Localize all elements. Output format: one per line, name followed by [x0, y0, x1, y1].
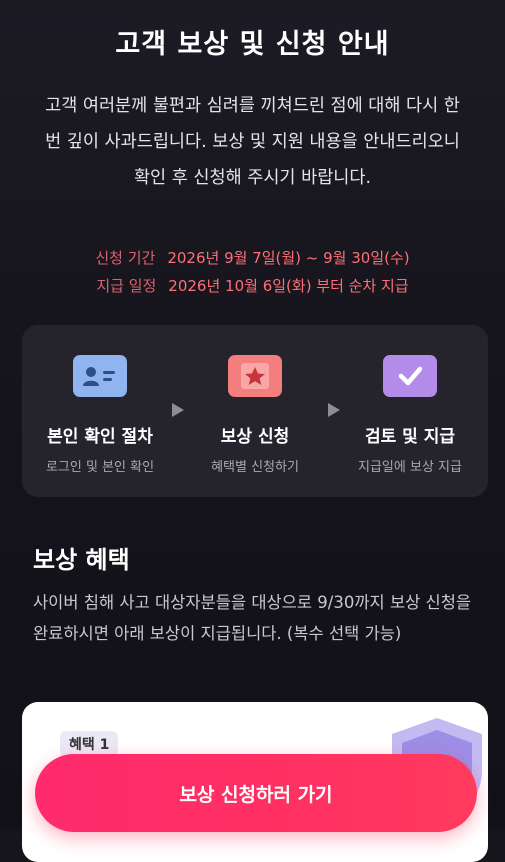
- step-name: 검토 및 지급: [364, 427, 456, 447]
- step-desc: 혜택별 신청하기: [211, 460, 299, 475]
- apply-period-row: 신청 기간 2026년 9월 7일(월) ~ 9월 30일(수): [0, 244, 505, 272]
- process-steps-card: 본인 확인 절차 로그인 및 본인 확인 보상 신청 혜택별 신청하기 검토 및…: [22, 325, 488, 497]
- arrow-right-icon: [328, 403, 340, 417]
- step-reward-application: 보상 신청 혜택별 신청하기: [185, 355, 325, 475]
- step-identity-verification: 본인 확인 절차 로그인 및 본인 확인: [30, 355, 170, 475]
- intro-text: 고객 여러분께 불편과 심려를 끼쳐드린 점에 대해 다시 한번 깊이 사과드립…: [45, 96, 460, 188]
- apply-reward-button[interactable]: 보상 신청하러 가기: [35, 754, 477, 832]
- benefits-title: 보상 혜택: [33, 546, 130, 574]
- apply-period-value: 2026년 9월 7일(월) ~ 9월 30일(수): [167, 249, 410, 267]
- payment-schedule-value: 2026년 10월 6일(화) 부터 순차 지급: [168, 277, 409, 295]
- step-desc: 지급일에 보상 지급: [358, 460, 462, 475]
- id-card-icon: [73, 355, 127, 397]
- schedule-info: 신청 기간 2026년 9월 7일(월) ~ 9월 30일(수) 지급 일정 2…: [0, 244, 505, 300]
- step-review-payment: 검토 및 지급 지급일에 보상 지급: [340, 355, 480, 475]
- page-title: 고객 보상 및 신청 안내: [115, 29, 390, 60]
- payment-schedule-row: 지급 일정 2026년 10월 6일(화) 부터 순차 지급: [0, 272, 505, 300]
- arrow-right-icon: [172, 403, 184, 417]
- check-icon: [383, 355, 437, 397]
- step-desc: 로그인 및 본인 확인: [45, 460, 155, 475]
- step-name: 보상 신청: [220, 427, 290, 447]
- payment-schedule-label: 지급 일정: [96, 277, 157, 295]
- step-name: 본인 확인 절차: [47, 427, 153, 447]
- star-icon: [228, 355, 282, 397]
- benefits-description: 사이버 침해 사고 대상자분들을 대상으로 9/30까지 보상 신청을 완료하시…: [33, 593, 472, 643]
- apply-period-label: 신청 기간: [95, 249, 156, 267]
